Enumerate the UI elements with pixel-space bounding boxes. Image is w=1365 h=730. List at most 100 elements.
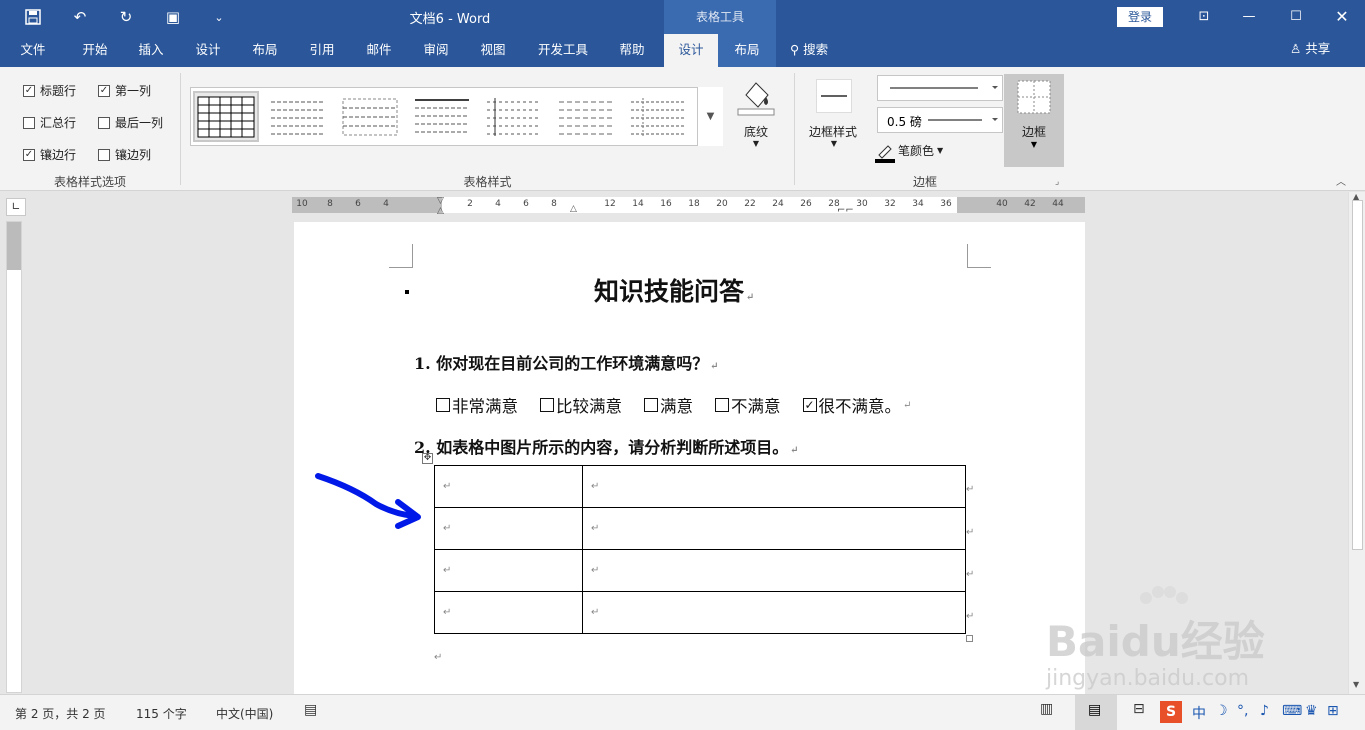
- checkbox-unchecked[interactable]: [540, 398, 554, 412]
- choice-very-unsatisfied[interactable]: ✓ 很不满意。 ↵: [802, 393, 911, 417]
- table-cell[interactable]: ↵: [434, 591, 583, 634]
- table-cell[interactable]: ↵: [434, 465, 583, 508]
- tab-help[interactable]: 帮助: [607, 34, 657, 67]
- checkbox-checked[interactable]: ✓: [802, 398, 817, 412]
- checkbox-unchecked[interactable]: [436, 398, 450, 412]
- checkbox-checked[interactable]: ✓: [23, 84, 35, 97]
- scroll-down-icon[interactable]: ▼: [1353, 680, 1359, 689]
- table-resize-handle[interactable]: [966, 635, 973, 642]
- table-style-plain-1[interactable]: [265, 91, 331, 142]
- horizontal-ruler[interactable]: 10 8 6 4 2 4 6 8 12 14 16 18 20 22 24 26 28 30 32 34 36 40 42 4…: [292, 196, 1085, 216]
- tab-insert[interactable]: 插入: [126, 34, 176, 67]
- tab-view[interactable]: 视图: [468, 34, 518, 67]
- border-styles-button[interactable]: 边框样式: [803, 123, 863, 140]
- login-button[interactable]: 登录: [1117, 7, 1163, 27]
- checkbox-checked[interactable]: ✓: [98, 84, 110, 97]
- tab-home[interactable]: 开始: [70, 34, 120, 67]
- table-move-handle-icon[interactable]: ✥: [422, 453, 433, 464]
- gallery-more-button[interactable]: ▼: [697, 87, 723, 146]
- header-row-option[interactable]: ✓ 标题行: [23, 82, 76, 99]
- table-cell[interactable]: ↵: [582, 465, 966, 508]
- ime-halfwidth-icon[interactable]: ☽: [1215, 703, 1228, 719]
- tab-selector[interactable]: ∟: [6, 198, 26, 216]
- dialog-launcher-icon[interactable]: ⌟: [1055, 177, 1059, 187]
- pen-color-icon[interactable]: [875, 143, 895, 163]
- table-style-plain-5[interactable]: [553, 91, 619, 142]
- close-icon[interactable]: ✕: [1322, 4, 1362, 28]
- read-mode-icon[interactable]: ▥: [1040, 701, 1053, 717]
- first-column-option[interactable]: ✓ 第一列: [98, 82, 151, 99]
- ime-punctuation-icon[interactable]: °,: [1237, 703, 1248, 719]
- table-cell[interactable]: ↵: [582, 507, 966, 550]
- shading-bucket-icon[interactable]: [736, 77, 776, 117]
- ime-chinese-icon[interactable]: 中: [1192, 703, 1206, 723]
- tab-table-design[interactable]: 设计: [664, 34, 718, 67]
- total-row-option[interactable]: 汇总行: [23, 114, 76, 131]
- redo-icon[interactable]: ↻: [111, 4, 141, 30]
- question-1[interactable]: 1. 你对现在目前公司的工作环境满意吗？ ↵: [414, 350, 719, 374]
- touch-mode-icon[interactable]: ▣: [158, 4, 188, 30]
- customize-icon[interactable]: ⌄: [204, 4, 234, 30]
- checkbox-unchecked[interactable]: [644, 398, 658, 412]
- table-cell[interactable]: ↵: [434, 507, 583, 550]
- checkbox-unchecked[interactable]: [715, 398, 729, 412]
- table-cell[interactable]: ↵: [582, 591, 966, 634]
- choice-satisfied[interactable]: 满意: [644, 393, 693, 417]
- column-marker[interactable]: ⌐⌐: [837, 205, 854, 216]
- share-button[interactable]: ♙ 共享: [1290, 34, 1330, 67]
- scroll-thumb[interactable]: [1352, 200, 1363, 550]
- table-style-plain-4[interactable]: [481, 91, 547, 142]
- word-count[interactable]: 115 个字: [136, 705, 187, 722]
- answer-table[interactable]: ↵ ↵ ↵ ↵ ↵ ↵ ↵ ↵: [434, 465, 966, 634]
- minimize-icon[interactable]: —: [1229, 4, 1269, 28]
- first-line-indent-marker[interactable]: ▽: [437, 196, 444, 206]
- save-icon[interactable]: [18, 4, 48, 30]
- borders-button[interactable]: 边框 ▼: [1004, 74, 1064, 167]
- tab-file[interactable]: 文件: [8, 34, 58, 67]
- tab-design[interactable]: 设计: [183, 34, 233, 67]
- table-cell[interactable]: ↵: [582, 549, 966, 592]
- last-column-option[interactable]: 最后一列: [98, 114, 163, 131]
- tab-layout[interactable]: 布局: [240, 34, 290, 67]
- ime-voice-icon[interactable]: ♪: [1260, 703, 1269, 719]
- document-heading[interactable]: 知识技能问答 ↵: [594, 272, 754, 308]
- table-style-plain-2[interactable]: [337, 91, 403, 142]
- banded-columns-option[interactable]: 镶边列: [98, 146, 151, 163]
- ime-keyboard-icon[interactable]: ⌨: [1282, 703, 1302, 719]
- checkbox-unchecked[interactable]: [98, 116, 110, 129]
- line-style-dropdown[interactable]: [877, 75, 1003, 101]
- ime-toolbox-icon[interactable]: ⊞: [1327, 703, 1339, 719]
- choice-fairly-satisfied[interactable]: 比较满意: [540, 393, 622, 417]
- ribbon-display-icon[interactable]: ⊡: [1184, 4, 1224, 28]
- tab-mailings[interactable]: 邮件: [354, 34, 404, 67]
- document-page[interactable]: 知识技能问答 ↵ 1. 你对现在目前公司的工作环境满意吗？ ↵ 非常满意 比较满意 …: [294, 222, 1085, 694]
- left-indent-marker[interactable]: △: [437, 206, 444, 216]
- table-style-grid[interactable]: [193, 91, 259, 142]
- tab-table-layout[interactable]: 布局: [718, 34, 776, 67]
- undo-icon[interactable]: ↶: [65, 4, 95, 30]
- tab-references[interactable]: 引用: [297, 34, 347, 67]
- maximize-icon[interactable]: ☐: [1276, 4, 1316, 28]
- ime-skin-icon[interactable]: ♛: [1305, 703, 1318, 719]
- table-cell[interactable]: ↵: [434, 549, 583, 592]
- line-weight-dropdown[interactable]: 0.5 磅: [877, 107, 1003, 133]
- tab-developer[interactable]: 开发工具: [530, 34, 596, 67]
- pen-color-button[interactable]: 笔颜色 ▼: [898, 142, 943, 159]
- collapse-ribbon-icon[interactable]: ︿: [1336, 173, 1346, 188]
- table-style-plain-6[interactable]: [625, 91, 691, 142]
- page-count[interactable]: 第 2 页，共 2 页: [15, 705, 106, 722]
- choice-very-satisfied[interactable]: 非常满意: [436, 393, 518, 417]
- shading-button[interactable]: 底纹: [736, 123, 776, 140]
- language[interactable]: 中文(中国): [216, 705, 273, 722]
- print-layout-button[interactable]: ▤: [1075, 695, 1117, 730]
- checkbox-unchecked[interactable]: [98, 148, 110, 161]
- checkbox-unchecked[interactable]: [23, 116, 35, 129]
- checkbox-checked[interactable]: ✓: [23, 148, 35, 161]
- vertical-scrollbar[interactable]: ▲ ▼: [1348, 192, 1365, 694]
- choice-unsatisfied[interactable]: 不满意: [715, 393, 781, 417]
- right-indent-marker[interactable]: △: [570, 204, 577, 214]
- web-layout-icon[interactable]: ⊟: [1133, 701, 1145, 717]
- sogou-ime-icon[interactable]: S: [1160, 701, 1182, 723]
- search-box[interactable]: ⚲ 搜索: [790, 34, 828, 67]
- vertical-ruler[interactable]: [6, 221, 22, 693]
